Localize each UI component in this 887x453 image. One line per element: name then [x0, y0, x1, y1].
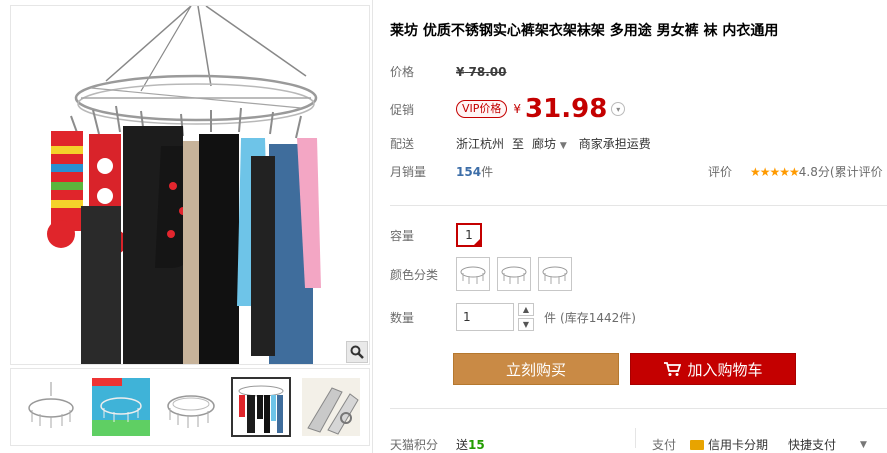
original-price: ¥ 78.00: [456, 64, 507, 79]
promo-price: 31.98: [525, 94, 608, 124]
hanger-with-socks-image: [47, 6, 321, 364]
thumbnail-hanger-with-socks[interactable]: [231, 377, 291, 437]
add-to-cart-label: 加入购物车: [687, 360, 763, 379]
quantity-input[interactable]: 1: [456, 303, 514, 331]
points-prefix: 送: [456, 438, 469, 452]
rating-stars-icon: ★★★★★: [750, 165, 800, 179]
promo-row: 促销 VIP价格 ¥ 31.98 ▾: [390, 94, 626, 124]
color-label: 颜色分类: [390, 267, 439, 282]
quantity-unit: 件: [544, 310, 557, 325]
promo-currency: ¥: [513, 102, 522, 116]
monthly-sales-label: 月销量: [390, 165, 427, 179]
vip-badge: VIP价格: [456, 100, 508, 118]
color-row: 颜色分类: [390, 257, 572, 291]
delivery-to-word: 至: [512, 137, 525, 151]
color-option-2[interactable]: [497, 257, 531, 291]
caret-down-icon: ▼: [559, 141, 567, 151]
add-to-cart-button[interactable]: 加入购物车: [630, 353, 796, 385]
color-option-3[interactable]: [538, 257, 572, 291]
capacity-label: 容量: [390, 228, 415, 243]
credit-installment[interactable]: 信用卡分期: [690, 436, 768, 453]
section-divider: [390, 205, 887, 206]
quantity-row: 数量 1 ▲ ▼ 件 (库存1442件): [390, 303, 636, 331]
delivery-label: 配送: [390, 137, 415, 151]
rating-summary[interactable]: ★★★★★4.8分(累计评价: [750, 163, 883, 180]
thumbnail-strip: [10, 368, 370, 446]
pay-label: 支付: [652, 438, 677, 452]
price-label: 价格: [390, 65, 415, 79]
thumbnail-hanger-round-front[interactable]: [21, 377, 81, 437]
footer-separator: [635, 428, 636, 448]
zoom-button[interactable]: [346, 341, 368, 363]
product-gallery: [0, 0, 372, 453]
delivery-row: 配送 浙江杭州 至 廊坊 ▼ 商家承担运费: [390, 135, 651, 152]
chevron-down-icon[interactable]: ▾: [611, 102, 626, 116]
increase-button[interactable]: ▲: [518, 303, 534, 316]
thumbnail-hanger-side-view[interactable]: [161, 377, 221, 437]
decrease-button[interactable]: ▼: [518, 318, 534, 331]
product-title: 莱坊 优质不锈钢实心裤架衣架袜架 多用途 男女裤 袜 内衣通用: [390, 23, 779, 39]
main-product-image[interactable]: [10, 5, 370, 365]
delivery-from: 浙江杭州: [456, 137, 505, 151]
sales-row: 月销量 154 件 评价 ★★★★★4.8分(累计评价: [390, 163, 887, 180]
promo-label: 促销: [390, 102, 415, 117]
quantity-label: 数量: [390, 310, 415, 325]
monthly-sales-unit: 件: [481, 165, 494, 179]
vertical-divider: [372, 0, 373, 453]
footer-row: 天猫积分 送 15 支付 信用卡分期 快捷支付 ▼: [390, 428, 887, 453]
footer-divider: [390, 408, 887, 409]
monthly-sales-count: 154: [456, 164, 482, 179]
delivery-destination[interactable]: 廊坊 ▼: [532, 135, 567, 152]
thumbnail-hanger-clip-closeup[interactable]: [301, 377, 361, 437]
shipping-note: 商家承担运费: [578, 137, 651, 151]
capacity-option-1[interactable]: 1: [456, 223, 482, 247]
capacity-row: 容量 1: [390, 223, 482, 247]
points-label: 天猫积分: [390, 438, 439, 452]
credit-card-icon: [690, 439, 704, 450]
thumbnail-hanger-on-blue-background[interactable]: [91, 377, 151, 437]
quantity-stepper: ▲ ▼: [518, 303, 534, 331]
price-row: 价格 ¥ 78.00: [390, 63, 507, 80]
magnifier-icon: [350, 345, 364, 359]
quick-pay[interactable]: 快捷支付: [788, 436, 836, 453]
expand-chevron-icon[interactable]: ▼: [860, 440, 867, 450]
points-value: 15: [468, 437, 485, 452]
cart-icon: [664, 362, 682, 376]
color-option-1[interactable]: [456, 257, 490, 291]
selected-check-icon: [473, 238, 481, 246]
rating-label: 评价: [708, 165, 733, 179]
buy-now-button[interactable]: 立刻购买: [453, 353, 619, 385]
product-info: 莱坊 优质不锈钢实心裤架衣架袜架 多用途 男女裤 袜 内衣通用 价格 ¥ 78.…: [390, 0, 887, 453]
stock-count: (库存1442件): [560, 310, 636, 325]
